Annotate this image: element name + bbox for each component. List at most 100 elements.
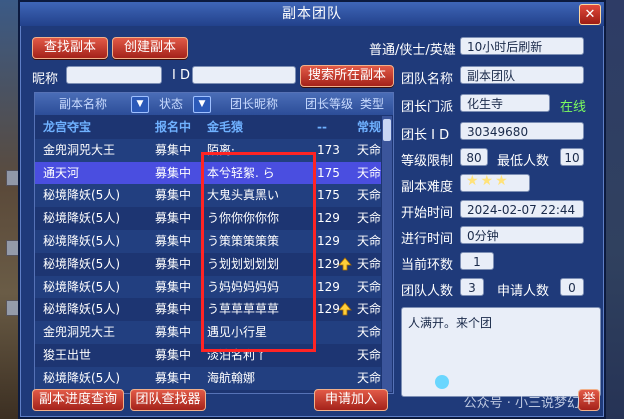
status-cell: 募集中 [155,188,192,203]
difficulty-stars: ★★★ [466,173,510,189]
leader-level-cell: 175 [317,188,340,203]
id-input[interactable] [192,66,296,84]
level-limit-label: 等级限制 [401,154,454,169]
dungeon-name-cell: 金兜洞兕大王 [43,142,116,157]
type-cell: 天命 [357,302,382,317]
leader-cell: 海航翰娜 [207,370,256,385]
level-up-icon [338,257,352,271]
status-cell: 募集中 [155,370,192,385]
leader-level-cell: 175 [317,165,340,180]
column-leader: 团长昵称 [229,97,278,111]
column-level: 团长等级 [304,97,353,111]
team-name-label: 团队名称 [401,72,454,87]
type-cell: 天命 [357,279,382,294]
type-cell: 天命 [357,165,382,180]
create-dungeon-button[interactable]: 创建副本 [112,37,188,59]
ring-value: 1 [460,252,494,270]
column-type: 类型 [359,97,384,111]
status-cell: 募集中 [155,233,192,248]
ring-label: 当前环数 [401,258,454,273]
watermark-text: 公众号 · 小三说梦幻 [463,396,580,411]
team-finder-button[interactable]: 团队查找器 [130,389,206,411]
dungeon-name-cell: 秘境降妖(5人) [43,211,120,226]
team-note: 人满开。来个团 [401,307,601,397]
search-dungeon-button[interactable]: 搜索所在副本 [300,65,394,87]
sort-status-icon[interactable]: ▼ [193,96,211,113]
min-members-label: 最低人数 [497,154,550,169]
type-cell: 天命 [357,233,382,248]
type-cell: 常规 [357,120,382,134]
dungeon-name-cell: 金兜洞兕大王 [43,325,116,340]
leader-level-cell [317,344,347,367]
status-cell: 募集中 [155,211,192,226]
list-header: 副本名称 ▼ 状态 ▼ 团长昵称 团长等级 类型 [35,93,393,115]
type-cell: 天命 [357,256,382,271]
start-time-value: 2024-02-07 22:44 [460,200,584,218]
min-members-value: 10 [560,148,584,166]
status-cell: 募集中 [155,165,192,180]
column-status: 状态 [158,97,183,111]
level-up-icon [338,302,352,316]
difficulty-label: 副本难度 [401,180,454,195]
applicants-value: 0 [560,278,584,296]
status-cell: 募集中 [155,302,192,317]
list-item[interactable]: 秘境降妖(5人) 募集中 海航翰娜 天命 [35,366,381,390]
status-cell: 募集中 [155,256,192,271]
sect-value: 化生寺 [460,94,550,112]
scroll-thumb[interactable] [383,119,391,141]
status-cell: 报名中 [155,120,192,134]
leader-level-cell [317,321,347,344]
applicants-label: 申请人数 [497,284,550,299]
list-item[interactable]: 龙宫夺宝 报名中 金毛猿 -- 常规 [35,116,381,139]
leader-level-cell [317,367,347,390]
dungeon-name-cell: 秘境降妖(5人) [43,233,120,248]
refresh-timer: 10小时后刷新 [460,37,584,55]
leader-id-label: 团长 I D [401,128,450,143]
dungeon-name-cell: 通天河 [43,165,80,180]
dungeon-name-cell: 秘境降妖(5人) [43,256,120,271]
column-dungeon-name: 副本名称 [58,97,107,111]
dungeon-name-cell: 秘境降妖(5人) [43,279,120,294]
type-cell: 天命 [357,211,382,226]
list-scrollbar[interactable] [382,116,392,392]
elapsed-time-label: 进行时间 [401,232,454,247]
dungeon-team-window: 副本团队 ✕ 查找副本 创建副本 普通/侠士/英雄 10小时后刷新 昵称 I D… [18,0,606,419]
leader-cell: 金毛猿 [207,120,244,134]
type-cell: 天命 [357,325,382,340]
report-button[interactable]: 举 [578,389,600,411]
members-label: 团队人数 [401,284,454,299]
dungeon-name-cell: 龙宫夺宝 [43,120,92,134]
status-cell: 募集中 [155,325,192,340]
type-cell: 天命 [357,188,382,203]
close-button[interactable]: ✕ [579,4,601,25]
team-name-value: 副本团队 [460,66,584,84]
apply-join-button[interactable]: 申请加入 [314,389,388,411]
elapsed-time-value: 0分钟 [460,226,584,244]
id-label: I D [172,68,190,83]
type-cell: 天命 [357,142,382,157]
leader-level-cell: 173 [317,142,340,157]
status-cell: 募集中 [155,279,192,294]
find-dungeon-button[interactable]: 查找副本 [32,37,108,59]
status-cell: 募集中 [155,142,192,157]
dungeon-name-cell: 秘境降妖(5人) [43,370,120,385]
sort-name-icon[interactable]: ▼ [131,96,149,113]
nickname-label: 昵称 [32,72,59,87]
progress-query-button[interactable]: 副本进度查询 [32,389,124,411]
type-cell: 天命 [357,370,382,385]
sect-label: 团长门派 [401,100,454,115]
nickname-input[interactable] [66,66,162,84]
leader-level-cell: 129 [317,211,340,226]
type-cell: 天命 [357,347,382,362]
members-value: 3 [460,278,484,296]
wechat-icon [435,375,449,389]
mode-label: 普通/侠士/英雄 [369,43,456,58]
dungeon-name-cell: 秘境降妖(5人) [43,302,120,317]
start-time-label: 开始时间 [401,206,454,221]
status-cell: 募集中 [155,347,192,362]
leader-level-cell: 129 [317,233,340,248]
leader-level-cell: -- [317,120,327,134]
online-status: 在线 [560,100,587,115]
dungeon-name-cell: 秘境降妖(5人) [43,188,120,203]
level-limit-value: 80 [460,148,488,166]
